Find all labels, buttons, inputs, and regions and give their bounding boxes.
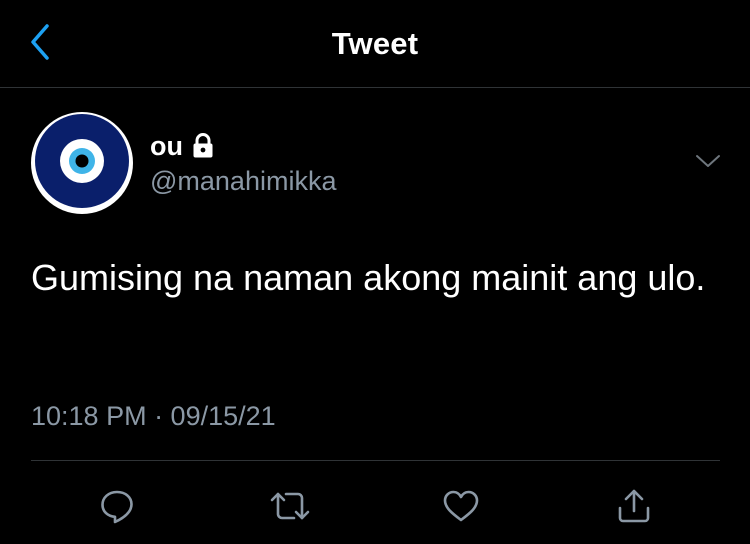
page-title: Tweet (331, 26, 419, 61)
username[interactable]: @manahimikka (150, 166, 336, 197)
reply-icon (97, 486, 137, 526)
lock-icon (192, 133, 214, 159)
retweet-button[interactable] (268, 484, 312, 528)
share-icon (614, 486, 654, 526)
display-name[interactable]: ou (150, 131, 183, 162)
like-icon (441, 486, 481, 526)
divider (31, 460, 720, 461)
avatar[interactable] (31, 112, 133, 214)
share-button[interactable] (612, 484, 656, 528)
retweet-icon (269, 486, 311, 526)
tweet-menu-button[interactable] (690, 148, 726, 178)
evil-eye-icon (33, 112, 131, 215)
action-bar (0, 478, 750, 534)
author-name-row: ou (150, 128, 214, 164)
reply-button[interactable] (95, 484, 139, 528)
like-button[interactable] (439, 484, 483, 528)
tweet-timestamp[interactable]: 10:18 PM · 09/15/21 (31, 401, 276, 432)
top-bar: Tweet (0, 0, 750, 88)
chevron-down-icon (694, 153, 722, 174)
tweet-text: Gumising na naman akong mainit ang ulo. (31, 257, 706, 298)
